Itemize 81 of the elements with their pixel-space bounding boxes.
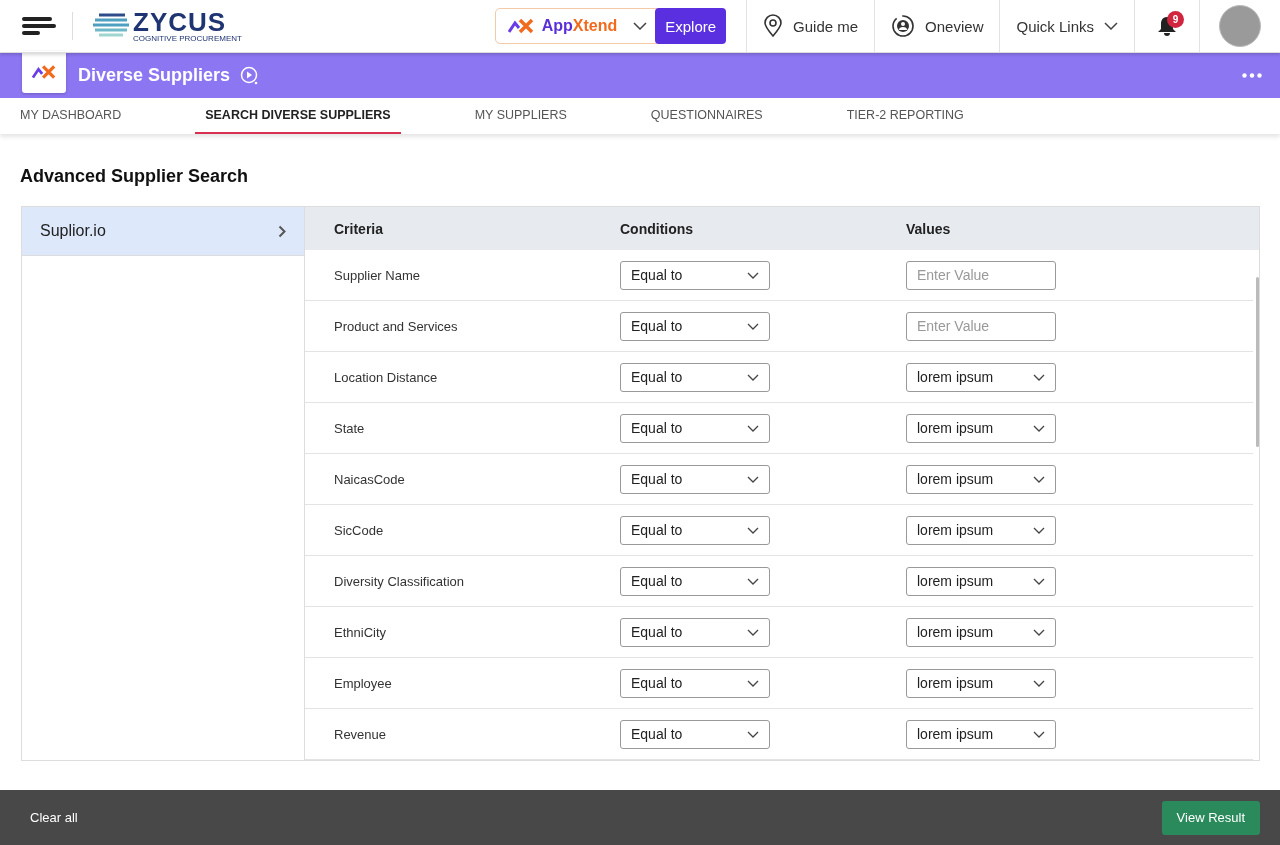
condition-dropdown[interactable]: Equal to (620, 566, 770, 596)
criteria-label: Supplier Name (334, 267, 421, 283)
app-title: Diverse Suppliers (78, 65, 231, 86)
header-link[interactable]: Guide me (746, 0, 875, 52)
app-logo-icon (32, 63, 56, 80)
chevron-down-icon (747, 373, 759, 381)
condition-dropdown[interactable]: Equal to (620, 413, 770, 443)
chevron-down-icon (1033, 424, 1045, 432)
tab[interactable]: SEARCH DIVERSE SUPPLIERS (195, 98, 401, 134)
value-dropdown[interactable]: lorem ipsum (906, 668, 1056, 698)
value-dropdown[interactable]: lorem ipsum (906, 362, 1056, 392)
column-header: Conditions (620, 220, 695, 237)
view-result-button[interactable]: View Result (1161, 800, 1260, 835)
condition-dropdown[interactable]: Equal to (620, 464, 770, 494)
value-dropdown[interactable]: lorem ipsum (906, 617, 1056, 647)
location-pin-icon (763, 14, 784, 38)
chevron-down-icon (747, 526, 759, 534)
value-dropdown[interactable]: lorem ipsum (906, 413, 1056, 443)
condition-dropdown[interactable]: Equal to (620, 311, 770, 341)
tab[interactable]: QUESTIONNAIRES (650, 98, 763, 134)
criteria-label: SicCode (334, 522, 385, 538)
condition-dropdown[interactable]: Equal to (620, 719, 770, 749)
chevron-down-icon (747, 271, 759, 279)
chevron-down-icon (1033, 577, 1045, 585)
chevron-down-icon (747, 679, 759, 687)
criteria-label: NaicasCode (334, 471, 406, 487)
value-dropdown[interactable]: lorem ipsum (906, 464, 1056, 494)
notification-badge: 9 (1167, 11, 1184, 28)
chevron-down-icon (747, 730, 759, 738)
chevron-down-icon (633, 22, 648, 30)
value-dropdown[interactable]: lorem ipsum (906, 515, 1056, 545)
chevron-down-icon (1033, 679, 1045, 687)
tab[interactable]: TIER-2 REPORTING (846, 98, 964, 134)
chevron-down-icon (1033, 373, 1045, 381)
condition-dropdown[interactable]: Equal to (620, 617, 770, 647)
criteria-label: Employee (334, 675, 393, 691)
app-name: AppXtend (541, 17, 618, 35)
value-dropdown[interactable]: lorem ipsum (906, 719, 1056, 749)
clear-all-button[interactable]: Clear all (30, 810, 78, 825)
chevron-down-icon (747, 475, 759, 483)
criteria-label: Product and Services (334, 318, 459, 334)
condition-dropdown[interactable]: Equal to (620, 260, 770, 290)
chevron-down-icon (747, 424, 759, 432)
tab[interactable]: MY SUPPLIERS (474, 98, 567, 134)
criteria-label: Location Distance (334, 369, 439, 385)
avatar[interactable] (1219, 5, 1261, 47)
criteria-label: State (334, 420, 366, 436)
more-icon[interactable] (1242, 73, 1262, 78)
source-item[interactable]: Suplior.io (22, 207, 304, 256)
condition-dropdown[interactable]: Equal to (620, 362, 770, 392)
chevron-down-icon (747, 322, 759, 330)
condition-dropdown[interactable]: Equal to (620, 515, 770, 545)
column-header: Values (906, 220, 952, 237)
chevron-down-icon (1033, 526, 1045, 534)
chevron-down-icon (1033, 730, 1045, 738)
value-input[interactable]: Enter Value (906, 260, 1056, 290)
value-input[interactable]: Enter Value (906, 311, 1056, 341)
chevron-down-icon (747, 577, 759, 585)
criteria-label: EthniCity (334, 624, 388, 640)
header-link[interactable]: Oneview (874, 0, 1000, 52)
app-switcher[interactable]: AppXtend Explore (494, 8, 727, 44)
page-title: Advanced Supplier Search (20, 166, 250, 187)
logo-wordmark: ZYCUS (133, 9, 227, 35)
chevron-down-icon (1033, 475, 1045, 483)
chevron-down-icon (1033, 628, 1045, 636)
criteria-label: Diversity Classification (334, 573, 466, 589)
condition-dropdown[interactable]: Equal to (620, 668, 770, 698)
chevron-down-icon (1104, 22, 1118, 30)
criteria-label: Revenue (334, 726, 388, 742)
logo-icon (93, 13, 129, 39)
app-logo-icon (507, 18, 534, 34)
value-dropdown[interactable]: lorem ipsum (906, 566, 1056, 596)
logo-tagline: COGNITIVE PROCUREMENT (133, 35, 242, 43)
chevron-right-icon (278, 224, 286, 238)
explore-button[interactable]: Explore (655, 8, 727, 44)
tab[interactable]: MY DASHBOARD (20, 98, 122, 134)
column-header: Criteria (334, 220, 385, 237)
chevron-down-icon (747, 628, 759, 636)
header-link[interactable]: Quick Links (999, 0, 1134, 52)
menu-icon[interactable] (22, 17, 56, 35)
user-circle-icon (891, 14, 916, 38)
